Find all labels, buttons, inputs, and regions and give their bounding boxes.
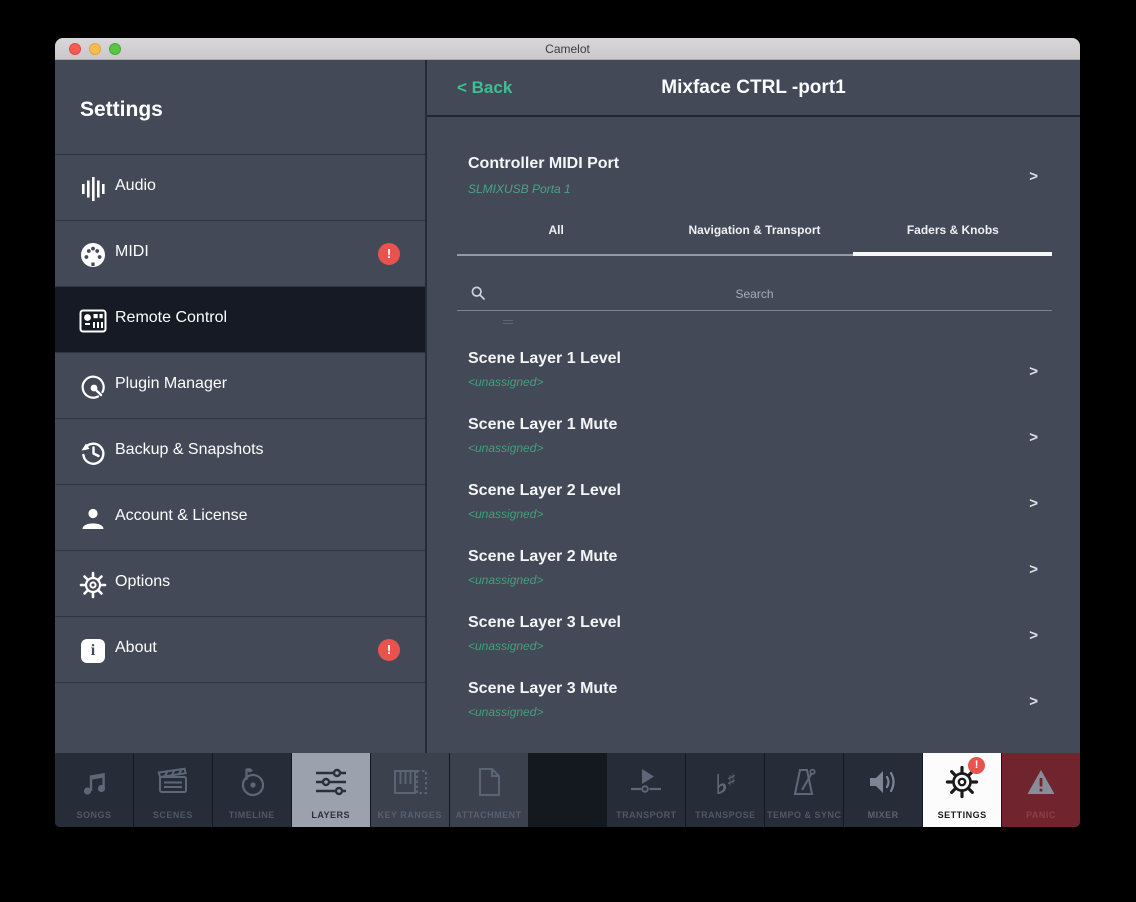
alert-badge: ! [968, 757, 985, 774]
warning-triangle-icon [1025, 763, 1057, 801]
sidebar-item-audio[interactable]: Audio [55, 155, 425, 221]
toolbar-tempo-sync[interactable]: TEMPO & SYNC [765, 753, 843, 827]
alert-badge: ! [378, 243, 400, 265]
sliders-icon [313, 763, 349, 801]
remote-control-panel: < Back Mixface CTRL -port1 Controller MI… [425, 60, 1080, 753]
plugin-icon [79, 373, 107, 401]
metronome-icon [788, 763, 820, 801]
tab-navigation-transport[interactable]: Navigation & Transport [655, 212, 853, 248]
controller-port-value: SLMIXUSB Porta 1 [468, 182, 571, 196]
assignment-value: <unassigned> [468, 441, 543, 455]
sidebar-item-options[interactable]: Options [55, 551, 425, 617]
assignment-name: Scene Layer 2 Mute [468, 548, 617, 566]
info-icon: i [79, 637, 107, 665]
panel-title: Mixface CTRL -port1 [427, 77, 1080, 99]
assignment-value: <unassigned> [468, 705, 543, 719]
active-tab-indicator [853, 252, 1052, 256]
toolbar-transpose[interactable]: ♭♯ TRANSPOSE [686, 753, 764, 827]
assignment-row[interactable]: Scene Layer 2 Level <unassigned> > [427, 470, 1080, 536]
audio-bars-icon [79, 175, 107, 203]
toolbar-settings[interactable]: ! SETTINGS [923, 753, 1001, 827]
clapperboard-icon [156, 763, 190, 801]
chevron-right-icon[interactable]: > [1029, 495, 1038, 512]
toolbar-transport[interactable]: TRANSPORT [607, 753, 685, 827]
toolbar-slot-empty [529, 753, 607, 827]
settings-sidebar: Settings Audio [55, 60, 425, 753]
sidebar-item-plugin-manager[interactable]: Plugin Manager [55, 353, 425, 419]
sidebar-item-label: Options [115, 573, 170, 591]
midi-din-icon [79, 241, 107, 269]
assignment-name: Scene Layer 3 Level [468, 614, 621, 632]
piano-keys-icon [392, 763, 428, 801]
chevron-right-icon[interactable]: > [1029, 168, 1038, 185]
titlebar: Camelot [55, 38, 1080, 60]
toolbar-timeline[interactable]: TIMELINE [213, 753, 291, 827]
assignment-row[interactable]: Scene Layer 3 Mute <unassigned> > [427, 668, 1080, 734]
toolbar-panic[interactable]: PANIC [1002, 753, 1080, 827]
assignment-row[interactable]: Scene Layer 2 Mute <unassigned> > [427, 536, 1080, 602]
assignment-value: <unassigned> [468, 573, 543, 587]
chevron-right-icon[interactable]: > [1029, 363, 1038, 380]
alert-badge: ! [378, 639, 400, 661]
document-icon [476, 763, 502, 801]
assignment-row[interactable]: Scene Layer 3 Level <unassigned> > [427, 602, 1080, 668]
chevron-right-icon[interactable]: > [1029, 429, 1038, 446]
sidebar-item-label: Audio [115, 177, 156, 195]
sidebar-item-label: Remote Control [115, 309, 227, 327]
assignment-name: Scene Layer 1 Level [468, 350, 621, 368]
sidebar-header: Settings [55, 60, 425, 155]
tab-faders-knobs[interactable]: Faders & Knobs [854, 212, 1052, 248]
toolbar-songs[interactable]: SONGS [55, 753, 133, 827]
scrolled-item-remnant [503, 320, 513, 324]
sidebar-item-remote-control[interactable]: Remote Control [55, 287, 425, 353]
sidebar-item-midi[interactable]: MIDI ! [55, 221, 425, 287]
chevron-right-icon[interactable]: > [1029, 627, 1038, 644]
assignment-row[interactable]: Scene Layer 1 Mute <unassigned> > [427, 404, 1080, 470]
sidebar-item-backup-snapshots[interactable]: Backup & Snapshots [55, 419, 425, 485]
search-bar [457, 278, 1052, 312]
play-slider-icon [628, 763, 664, 801]
sidebar-item-label: Plugin Manager [115, 375, 227, 393]
tab-all[interactable]: All [457, 212, 655, 248]
toolbar-attachment[interactable]: ATTACHMENT [450, 753, 528, 827]
chevron-right-icon[interactable]: > [1029, 693, 1038, 710]
toolbar-scenes[interactable]: SCENES [134, 753, 212, 827]
flat-sharp-icon: ♭♯ [715, 763, 735, 801]
backup-history-icon [79, 439, 107, 467]
assignment-name: Scene Layer 1 Mute [468, 416, 617, 434]
filter-tabs: All Navigation & Transport Faders & Knob… [457, 212, 1052, 248]
page-title: Settings [80, 98, 163, 122]
music-notes-icon [78, 763, 110, 801]
toolbar-key-ranges[interactable]: KEY RANGES [371, 753, 449, 827]
gear-icon [79, 571, 107, 599]
chevron-right-icon[interactable]: > [1029, 561, 1038, 578]
toolbar-layers[interactable]: LAYERS [292, 753, 370, 827]
app-window: Camelot Settings Audio [55, 38, 1080, 827]
person-icon [79, 505, 107, 533]
window-title: Camelot [55, 38, 1080, 60]
main-toolbar: SONGS SCENES [55, 753, 1080, 827]
sidebar-item-label: Account & License [115, 507, 248, 525]
assignment-value: <unassigned> [468, 507, 543, 521]
remote-pads-icon [79, 307, 107, 335]
assignment-value: <unassigned> [468, 639, 543, 653]
sidebar-item-label: MIDI [115, 243, 149, 261]
assignment-row[interactable]: Scene Layer 1 Level <unassigned> > [427, 338, 1080, 404]
search-input[interactable] [457, 278, 1052, 311]
sidebar-item-label: About [115, 639, 157, 657]
controller-port-label: Controller MIDI Port [468, 155, 619, 173]
panel-header: < Back Mixface CTRL -port1 [427, 60, 1080, 117]
toolbar-mixer[interactable]: MIXER [844, 753, 922, 827]
assignment-name: Scene Layer 3 Mute [468, 680, 617, 698]
sidebar-item-label: Backup & Snapshots [115, 441, 264, 459]
record-note-icon [236, 763, 268, 801]
desktop: Camelot Settings Audio [0, 0, 1136, 902]
sidebar-item-account-license[interactable]: Account & License [55, 485, 425, 551]
assignment-value: <unassigned> [468, 375, 543, 389]
speaker-icon [866, 763, 900, 801]
assignment-name: Scene Layer 2 Level [468, 482, 621, 500]
sidebar-item-about[interactable]: i About ! [55, 617, 425, 683]
